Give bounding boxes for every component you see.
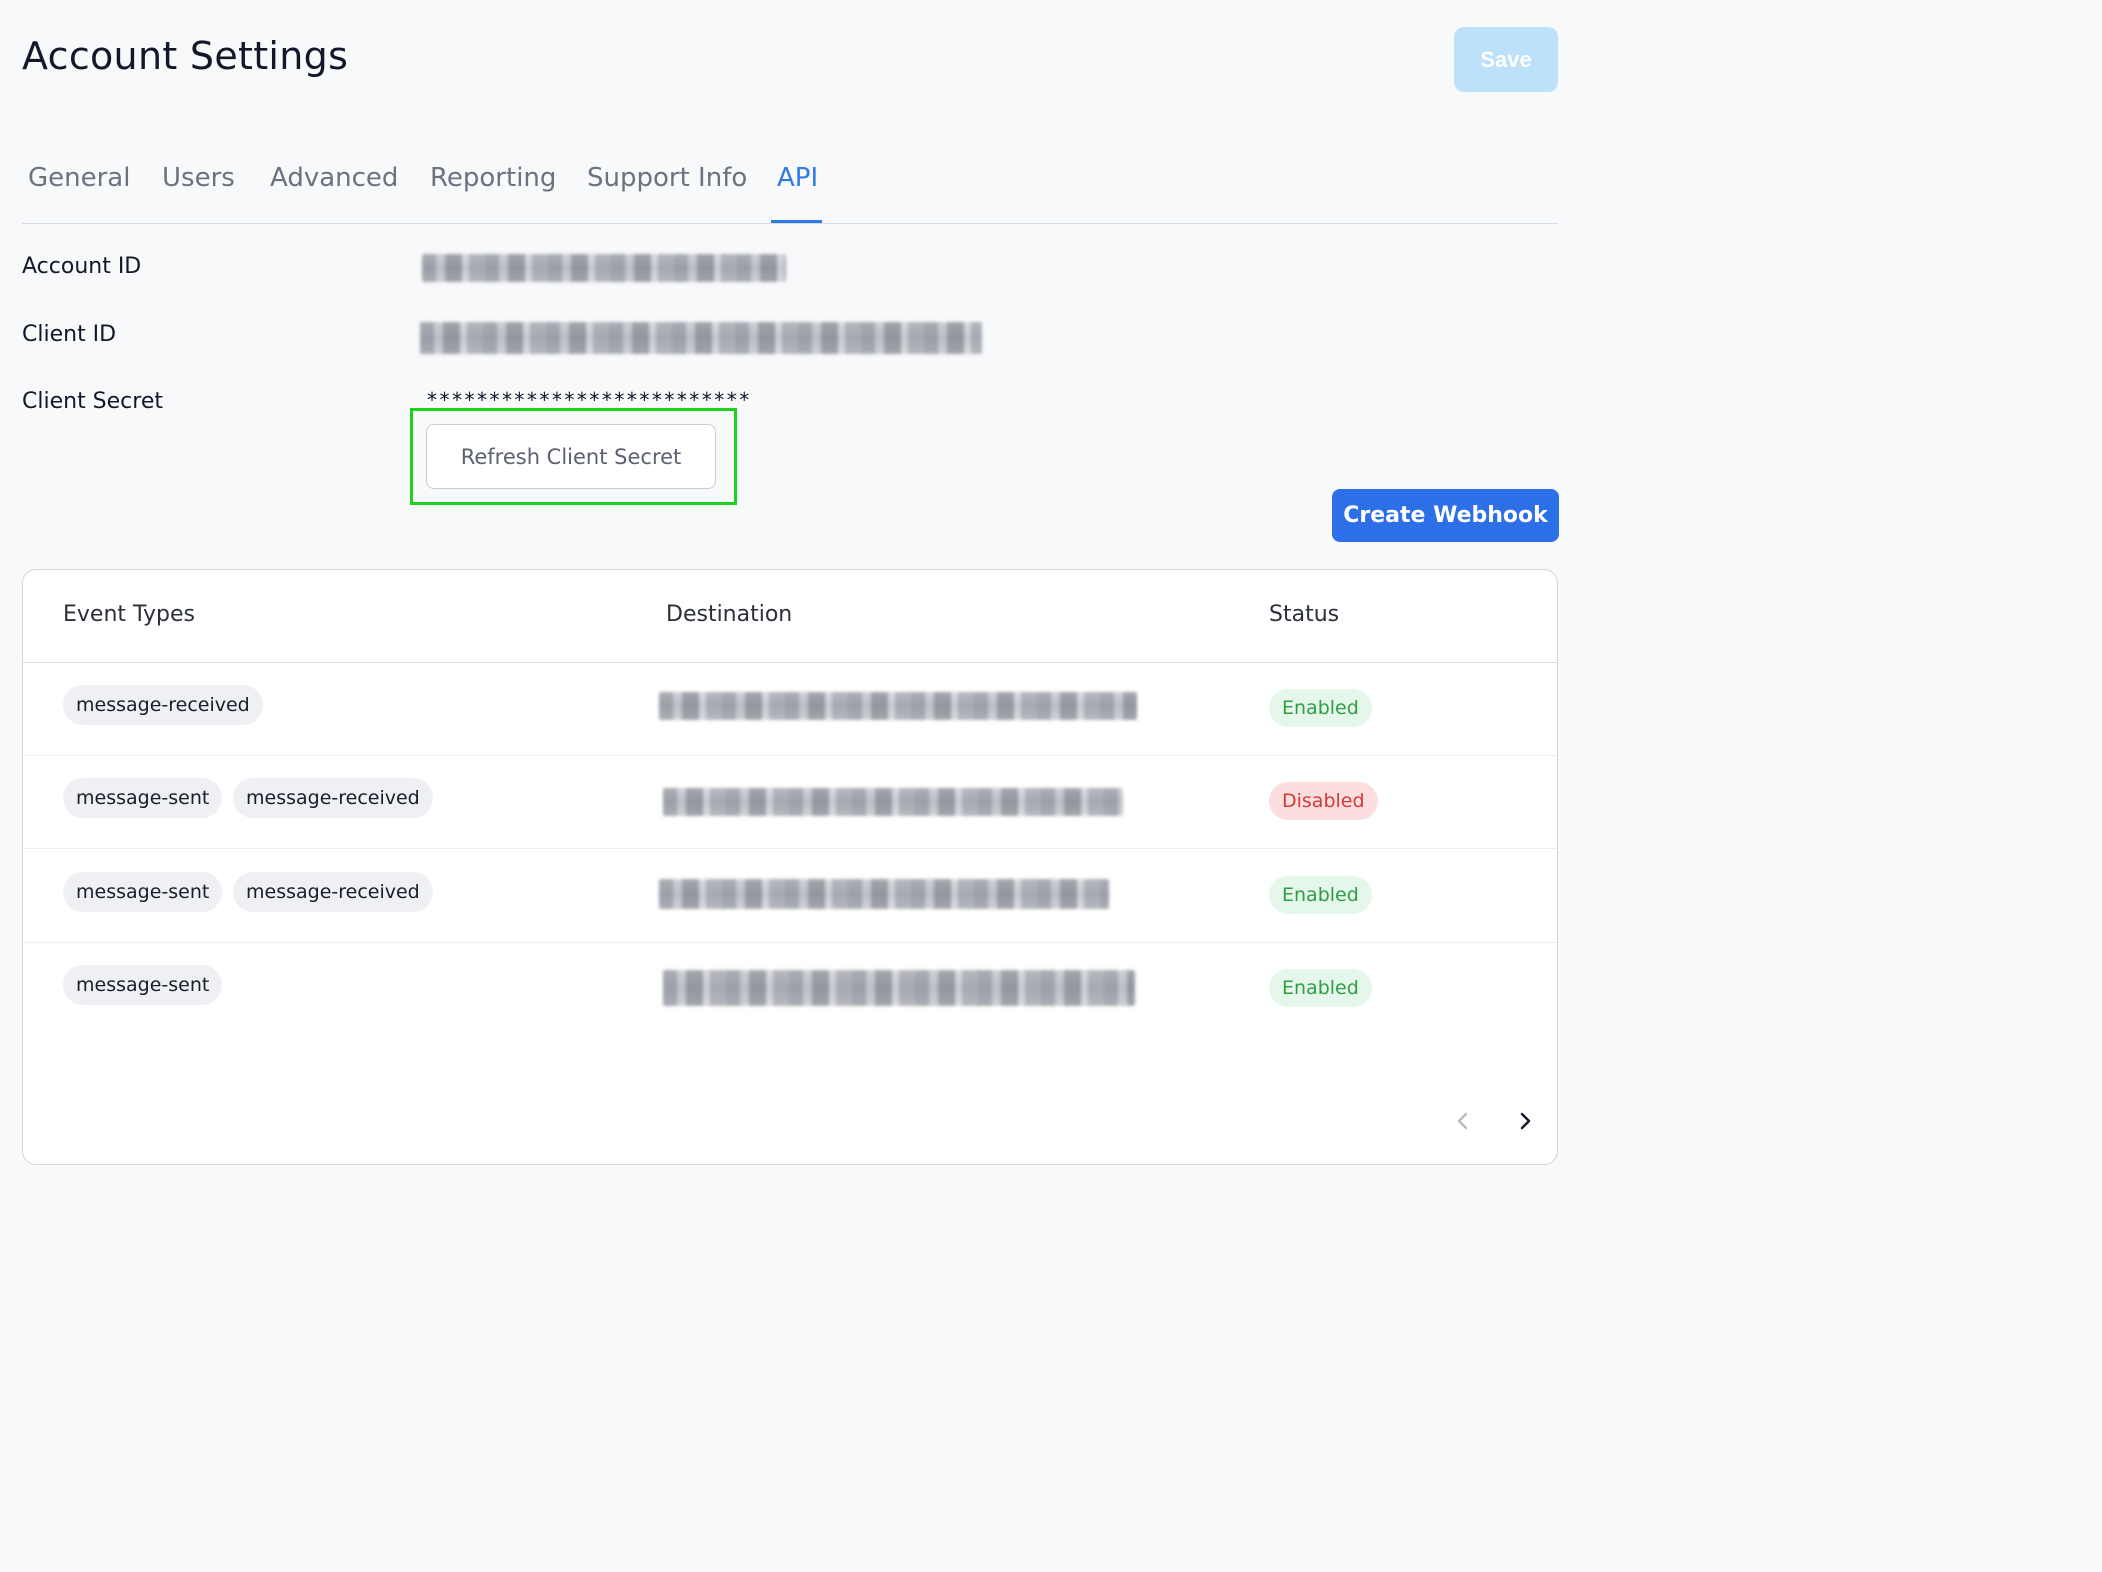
account-id-label: Account ID	[22, 254, 142, 279]
account-settings-page: Account Settings Save General Users Adva…	[0, 0, 1568, 1173]
tab-support-info[interactable]: Support Info	[587, 163, 747, 193]
table-row[interactable]: message-received Enabled	[23, 662, 1557, 756]
tab-api[interactable]: API	[777, 163, 818, 193]
column-header-event-types: Event Types	[63, 602, 196, 627]
chevron-left-icon	[1457, 1112, 1468, 1130]
status-badge: Enabled	[1269, 689, 1372, 727]
tab-general[interactable]: General	[28, 163, 130, 193]
event-type-chip: message-sent	[63, 965, 223, 1005]
column-header-destination: Destination	[666, 602, 793, 627]
tab-users[interactable]: Users	[162, 163, 235, 193]
status-badge: Enabled	[1269, 969, 1372, 1007]
event-type-chip: message-received	[233, 778, 433, 818]
table-row[interactable]: message-sent message-received Disabled	[23, 755, 1557, 849]
chevron-right-icon	[1520, 1112, 1531, 1130]
webhooks-table: Event Types Destination Status message-r…	[22, 569, 1558, 1165]
table-row[interactable]: message-sent Enabled	[23, 942, 1557, 1035]
table-row[interactable]: message-sent message-received Enabled	[23, 849, 1557, 943]
settings-tabs: General Users Advanced Reporting Support…	[22, 150, 1558, 224]
event-type-chip: message-sent	[63, 872, 223, 912]
event-type-chip: message-received	[63, 685, 263, 725]
destination-url-redacted	[663, 970, 1135, 1006]
event-type-chip: message-received	[233, 872, 433, 912]
save-button[interactable]: Save	[1454, 27, 1558, 92]
client-id-label: Client ID	[22, 322, 117, 347]
refresh-client-secret-button[interactable]: Refresh Client Secret	[426, 424, 716, 489]
client-id-value-redacted	[420, 322, 982, 354]
destination-url-redacted	[659, 692, 1137, 720]
create-webhook-button[interactable]: Create Webhook	[1332, 489, 1559, 542]
active-tab-indicator	[771, 220, 822, 223]
chevron-right-icon[interactable]	[1510, 1105, 1540, 1137]
event-type-chip: message-sent	[63, 778, 223, 818]
chevron-left-icon[interactable]	[1448, 1105, 1478, 1137]
table-header: Event Types Destination Status	[23, 570, 1557, 663]
client-secret-label: Client Secret	[22, 389, 164, 414]
status-badge: Disabled	[1269, 782, 1378, 820]
page-title: Account Settings	[22, 34, 349, 78]
destination-url-redacted	[659, 879, 1109, 909]
destination-url-redacted	[663, 788, 1123, 816]
status-badge: Enabled	[1269, 876, 1372, 914]
tab-advanced[interactable]: Advanced	[270, 163, 398, 193]
account-id-value-redacted	[422, 254, 786, 282]
column-header-status: Status	[1269, 602, 1340, 627]
tab-reporting[interactable]: Reporting	[430, 163, 556, 193]
